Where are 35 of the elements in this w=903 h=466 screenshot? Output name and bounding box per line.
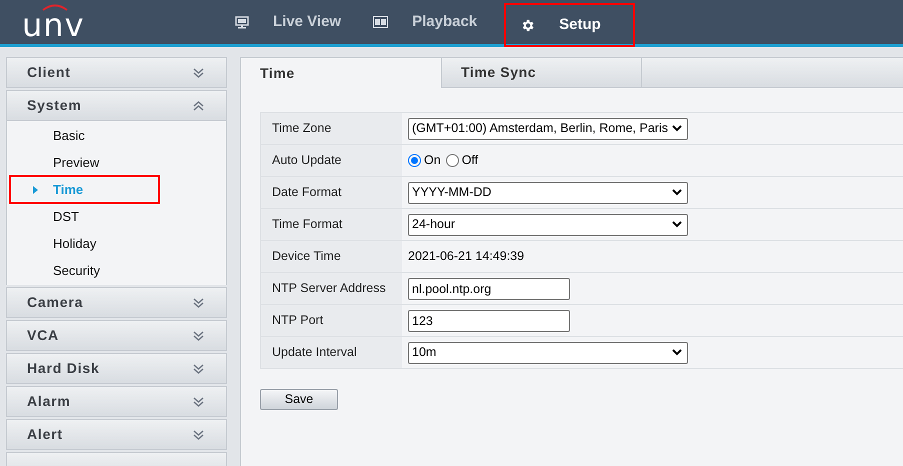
field-value: 2021-06-21 14:49:39 (408, 248, 524, 266)
sidebar-item[interactable]: Basic (10, 122, 159, 149)
input-field[interactable]: 123 (408, 310, 570, 332)
field-label: Auto Update (272, 152, 342, 170)
input-field[interactable]: nl.pool.ntp.org (408, 278, 570, 300)
sidebar-item[interactable]: Security (10, 257, 159, 284)
sidebar-section[interactable]: System (6, 90, 227, 121)
field-label: Update Interval (272, 344, 357, 362)
tab[interactable]: Time Sync (441, 58, 641, 88)
logo: unv (22, 9, 84, 41)
nav-tab[interactable]: Live View (230, 0, 346, 44)
nav-tab[interactable]: Playback (368, 0, 482, 44)
field-label: Time Format (272, 216, 342, 234)
sidebar-section[interactable]: Alarm (6, 386, 227, 417)
field-label: NTP Port (272, 312, 324, 330)
field-label: Date Format (272, 184, 342, 202)
sidebar-section[interactable]: Hard Disk (6, 353, 227, 384)
sidebar-section[interactable]: Camera (6, 287, 227, 318)
sidebar-section[interactable]: Alert (6, 419, 227, 450)
field-label: Device Time (272, 248, 341, 266)
radio-option[interactable]: Off (446, 151, 478, 170)
field-label: NTP Server Address (272, 280, 386, 298)
sidebar-section[interactable]: VCA (6, 320, 227, 351)
dropdown[interactable]: YYYY-MM-DD (408, 182, 688, 204)
save-button[interactable]: Save (260, 389, 338, 410)
sidebar-item[interactable]: DST (10, 203, 159, 230)
dropdown[interactable]: 10m (408, 342, 688, 364)
radio-option[interactable]: On (408, 151, 441, 170)
sidebar-item[interactable]: Preview (10, 149, 159, 176)
dropdown[interactable]: (GMT+01:00) Amsterdam, Berlin, Rome, Paris (408, 118, 688, 140)
sidebar-item[interactable]: Holiday (10, 230, 159, 257)
nav-tab[interactable]: Setup (504, 3, 635, 47)
sidebar-section[interactable]: Client (6, 57, 227, 88)
field-label: Time Zone (272, 120, 332, 138)
dropdown[interactable]: 24-hour (408, 214, 688, 236)
